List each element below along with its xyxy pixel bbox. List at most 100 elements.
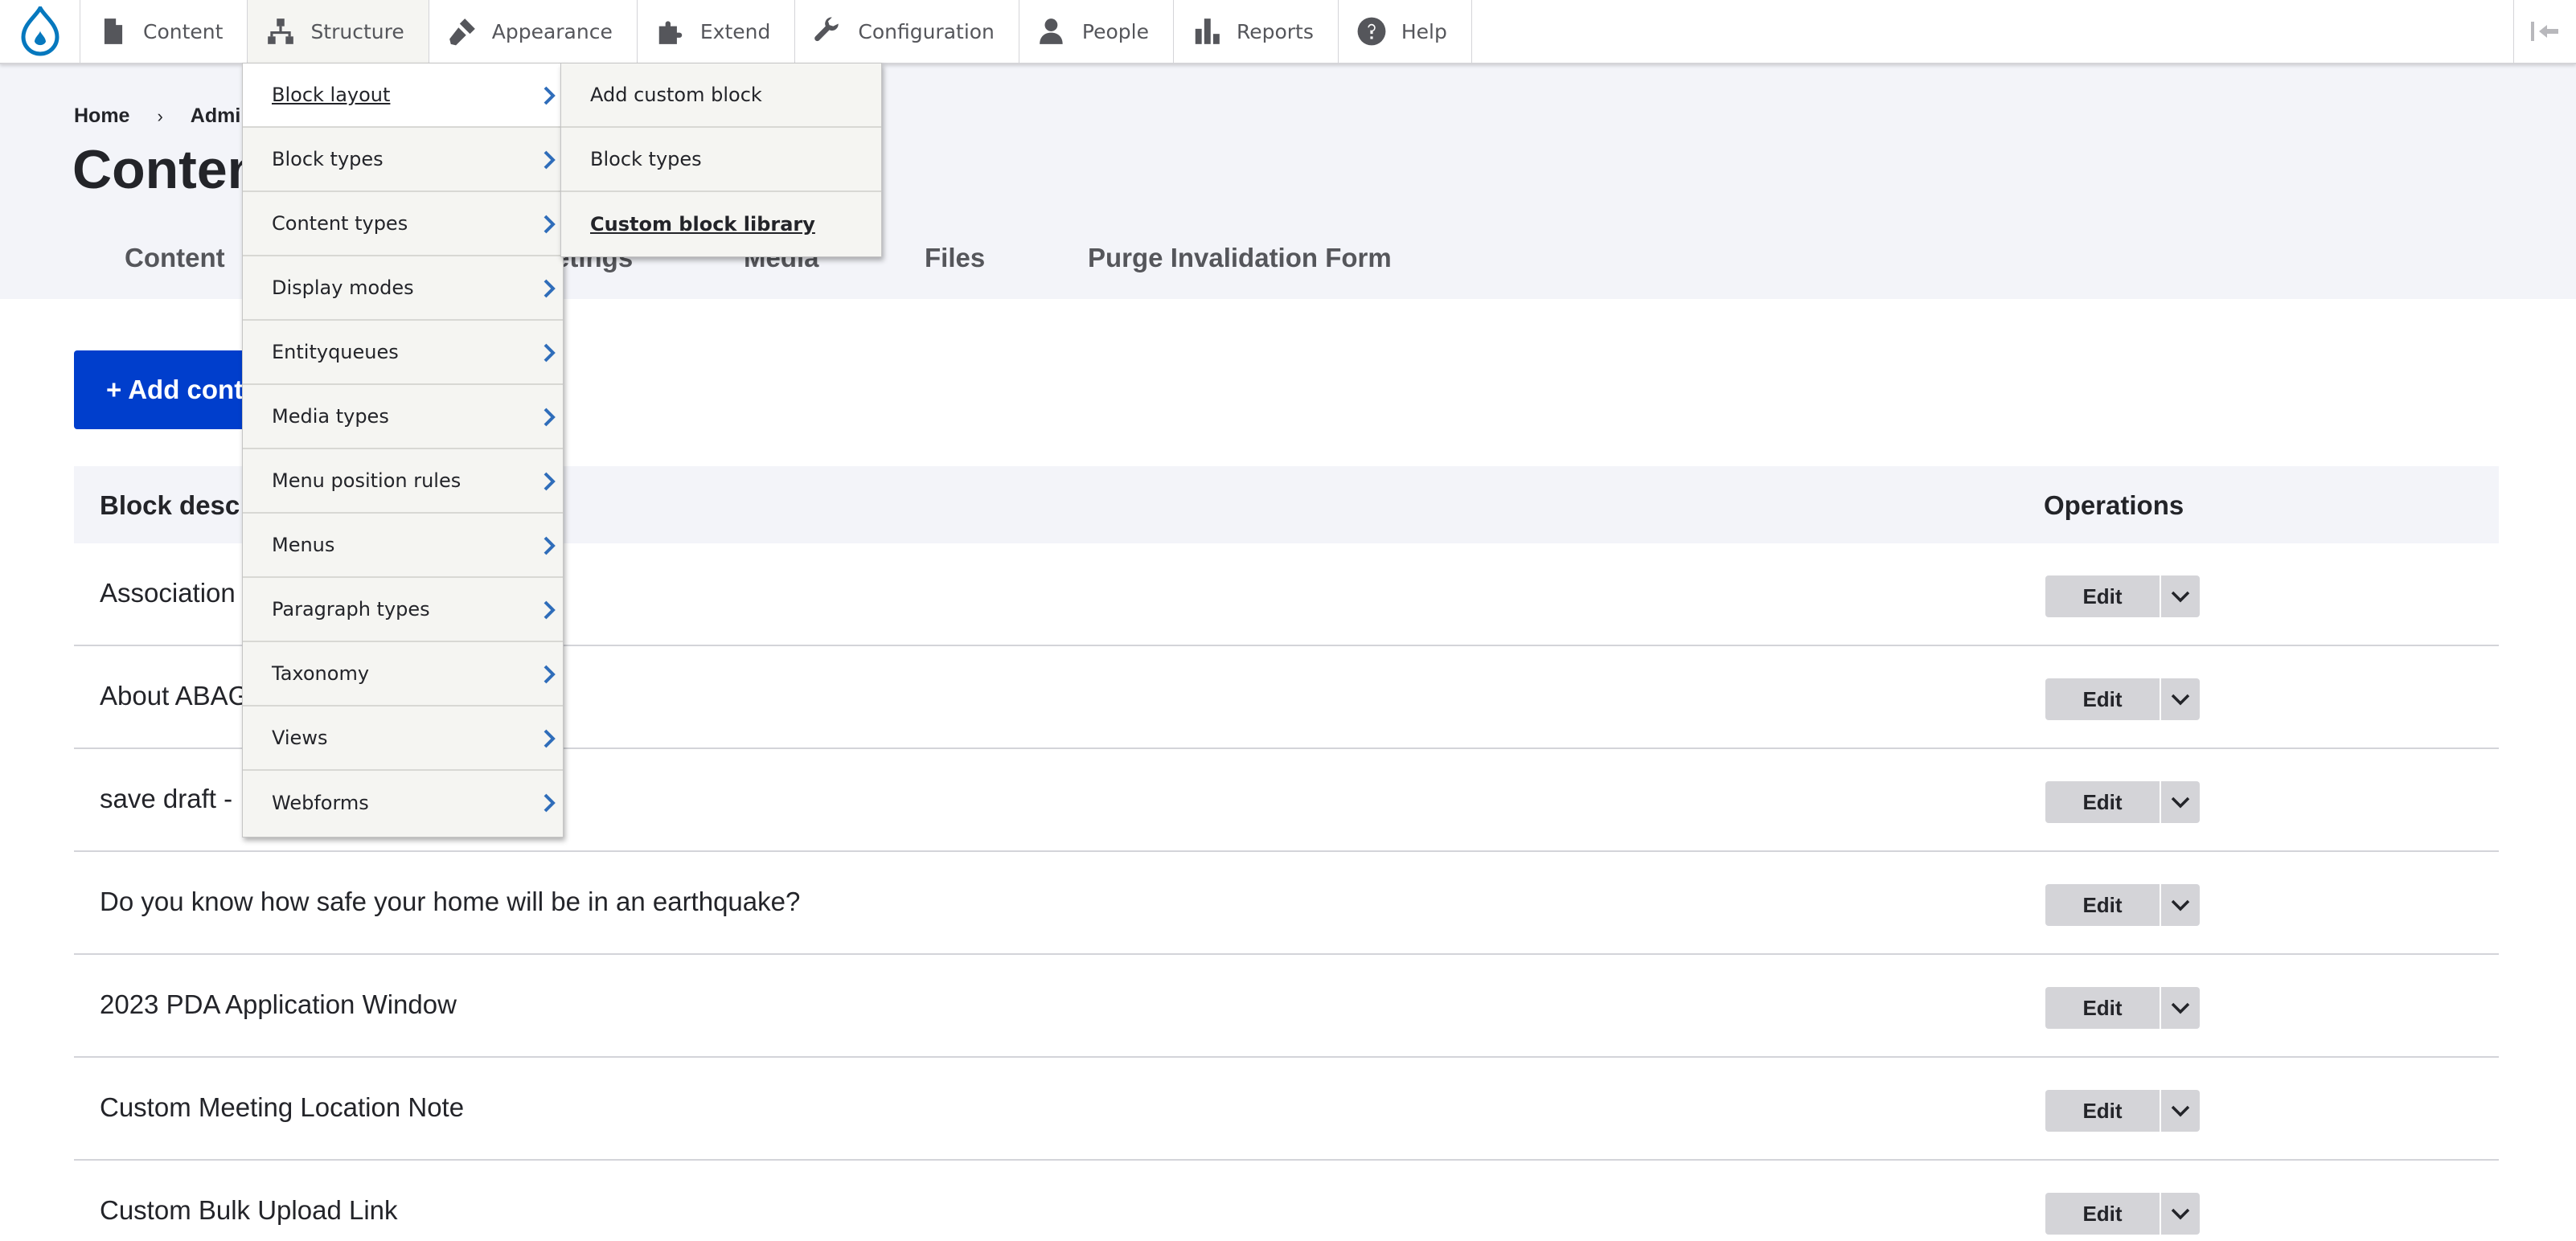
menu-item-menu-position-rules[interactable]: Menu position rules xyxy=(243,449,563,514)
chevron-down-icon[interactable] xyxy=(2160,1090,2200,1132)
column-header-operations: Operations xyxy=(2044,490,2184,520)
menu-item-label: Block types xyxy=(272,148,384,170)
toolbar-structure-label: Structure xyxy=(310,19,404,43)
menu-item-label: Paragraph types xyxy=(272,598,430,620)
menu-item-menus[interactable]: Menus xyxy=(243,514,563,578)
tab-files[interactable]: Files xyxy=(925,243,985,273)
operations: Edit xyxy=(2045,575,2200,617)
paintbrush-icon xyxy=(449,18,475,46)
toolbar-appearance[interactable]: Appearance xyxy=(429,0,638,63)
admin-toolbar: Content Structure Appearance Extend Conf… xyxy=(0,0,2576,64)
toolbar-extend-label: Extend xyxy=(699,19,771,43)
chevron-down-icon[interactable] xyxy=(2160,884,2200,926)
operations: Edit xyxy=(2045,1090,2200,1132)
chevron-right-icon xyxy=(544,600,556,620)
chevron-right-icon xyxy=(544,279,556,298)
toolbar-content[interactable]: Content xyxy=(80,0,248,63)
menu-item-block-layout[interactable]: Block layout xyxy=(243,63,563,128)
block-description: save draft - xyxy=(100,784,233,813)
menu-item-views[interactable]: Views xyxy=(243,707,563,771)
edit-button[interactable]: Edit xyxy=(2045,1090,2160,1132)
menu-item-label: Taxonomy xyxy=(272,662,370,685)
edit-button[interactable]: Edit xyxy=(2045,678,2160,720)
menu-item-label: Display modes xyxy=(272,276,414,299)
breadcrumb-home[interactable]: Home xyxy=(74,104,129,128)
table-row: Do you know how safe your home will be i… xyxy=(74,852,2499,955)
toolbar-configuration[interactable]: Configuration xyxy=(795,0,1019,63)
operations: Edit xyxy=(2045,1193,2200,1235)
menu-item-label: Menu position rules xyxy=(272,469,461,492)
edit-button[interactable]: Edit xyxy=(2045,1193,2160,1235)
block-description: Association xyxy=(100,578,236,608)
chevron-right-icon xyxy=(544,472,556,491)
toolbar-help[interactable]: Help xyxy=(1339,0,1472,63)
operations: Edit xyxy=(2045,884,2200,926)
person-icon xyxy=(1040,18,1063,44)
chevron-right-icon xyxy=(544,793,556,813)
edit-button[interactable]: Edit xyxy=(2045,987,2160,1029)
submenu-item-custom-block-library[interactable]: Custom block library xyxy=(561,192,881,256)
column-header-block-description[interactable]: Block desc xyxy=(100,490,240,521)
menu-item-block-types[interactable]: Block types xyxy=(243,128,563,192)
toolbar-help-label: Help xyxy=(1401,19,1447,43)
submenu-item-add-custom-block[interactable]: Add custom block xyxy=(561,63,881,128)
puzzle-icon xyxy=(658,21,683,44)
edit-button[interactable]: Edit xyxy=(2045,575,2160,617)
page-title: Conten xyxy=(72,139,261,200)
toolbar-people-label: People xyxy=(1081,19,1149,43)
toolbar-people[interactable]: People xyxy=(1019,0,1174,63)
toolbar-reports[interactable]: Reports xyxy=(1174,0,1339,63)
operations: Edit xyxy=(2045,781,2200,823)
menu-item-content-types[interactable]: Content types xyxy=(243,192,563,256)
menu-item-label: Webforms xyxy=(272,792,369,814)
menu-item-label: Content types xyxy=(272,212,408,235)
chevron-down-icon[interactable] xyxy=(2160,781,2200,823)
menu-item-label: Entityqueues xyxy=(272,341,399,363)
block-layout-submenu: Add custom block Block types Custom bloc… xyxy=(560,63,882,257)
chevron-right-icon xyxy=(544,215,556,234)
wrench-icon xyxy=(814,17,839,42)
table-row: 2023 PDA Application Window Edit xyxy=(74,955,2499,1058)
menu-item-entityqueues[interactable]: Entityqueues xyxy=(243,321,563,385)
structure-dropdown-menu: Block layout Block types Content types D… xyxy=(242,63,564,838)
tab-content[interactable]: Content xyxy=(125,243,225,273)
toolbar-content-label: Content xyxy=(143,19,224,43)
menu-item-media-types[interactable]: Media types xyxy=(243,385,563,449)
edit-button[interactable]: Edit xyxy=(2045,781,2160,823)
block-description: Custom Meeting Location Note xyxy=(100,1092,465,1122)
chevron-down-icon[interactable] xyxy=(2160,678,2200,720)
block-description: About ABAG xyxy=(100,681,249,711)
submenu-item-block-types[interactable]: Block types xyxy=(561,128,881,192)
chevron-down-icon[interactable] xyxy=(2160,987,2200,1029)
drupal-logo-icon[interactable] xyxy=(0,0,80,63)
chevron-right-icon xyxy=(544,665,556,684)
toolbar-reports-label: Reports xyxy=(1236,19,1314,43)
tab-purge-invalidation-form[interactable]: Purge Invalidation Form xyxy=(1088,243,1392,273)
chevron-down-icon[interactable] xyxy=(2160,575,2200,617)
menu-item-label: Views xyxy=(272,727,328,749)
toolbar-configuration-label: Configuration xyxy=(858,19,995,43)
edit-button[interactable]: Edit xyxy=(2045,884,2160,926)
block-description: Do you know how safe your home will be i… xyxy=(100,887,801,916)
toolbar-extend[interactable]: Extend xyxy=(638,0,796,63)
menu-item-display-modes[interactable]: Display modes xyxy=(243,256,563,321)
block-description: 2023 PDA Application Window xyxy=(100,989,457,1019)
collapse-toolbar-icon[interactable] xyxy=(2513,0,2576,63)
toolbar-structure[interactable]: Structure xyxy=(248,0,429,63)
chevron-right-icon xyxy=(544,86,556,105)
breadcrumb-separator-icon: › xyxy=(157,105,163,126)
file-icon xyxy=(104,18,123,44)
sitemap-icon xyxy=(268,18,294,44)
menu-item-webforms[interactable]: Webforms xyxy=(243,771,563,835)
table-row: Custom Meeting Location Note Edit xyxy=(74,1058,2499,1161)
breadcrumb-admin[interactable]: Admi xyxy=(191,104,241,128)
chevron-down-icon[interactable] xyxy=(2160,1193,2200,1235)
menu-item-label: Block layout xyxy=(272,84,391,106)
menu-item-label: Menus xyxy=(272,534,335,556)
menu-item-paragraph-types[interactable]: Paragraph types xyxy=(243,578,563,642)
chevron-right-icon xyxy=(544,408,556,427)
bar-chart-icon xyxy=(1195,18,1220,44)
operations: Edit xyxy=(2045,987,2200,1029)
menu-item-taxonomy[interactable]: Taxonomy xyxy=(243,642,563,707)
